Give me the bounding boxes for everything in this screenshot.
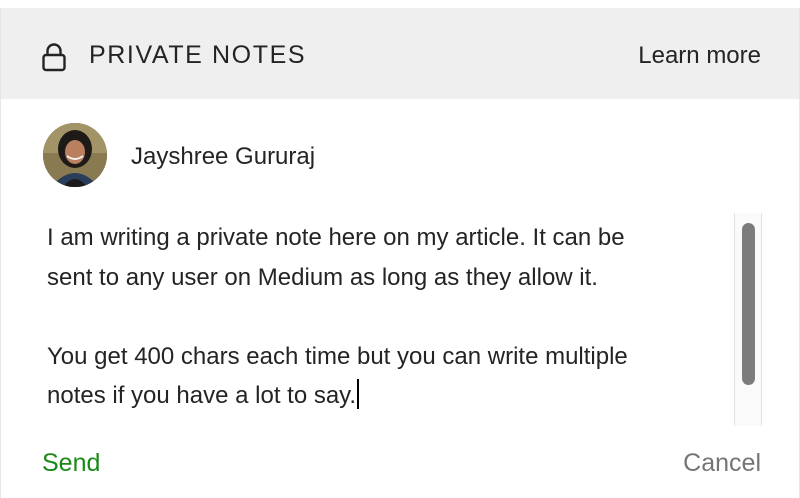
learn-more-link[interactable]: Learn more — [638, 42, 761, 70]
note-scrollbar[interactable] — [734, 213, 762, 426]
panel-header: PRIVATE NOTES Learn more — [1, 8, 799, 99]
note-textarea[interactable]: I am writing a private note here on my a… — [47, 218, 735, 428]
avatar-image — [43, 123, 107, 187]
author-name: Jayshree Gururaj — [131, 143, 316, 170]
send-button[interactable]: Send — [42, 449, 100, 478]
note-text: I am writing a private note here on my a… — [47, 224, 628, 409]
private-notes-panel: PRIVATE NOTES Learn more Jayshree Gurura… — [0, 8, 800, 498]
panel-title: PRIVATE NOTES — [89, 41, 307, 69]
text-cursor — [357, 379, 360, 409]
cancel-button[interactable]: Cancel — [683, 449, 761, 478]
lock-icon — [42, 43, 66, 72]
scrollbar-thumb[interactable] — [742, 223, 755, 385]
avatar — [43, 123, 107, 187]
